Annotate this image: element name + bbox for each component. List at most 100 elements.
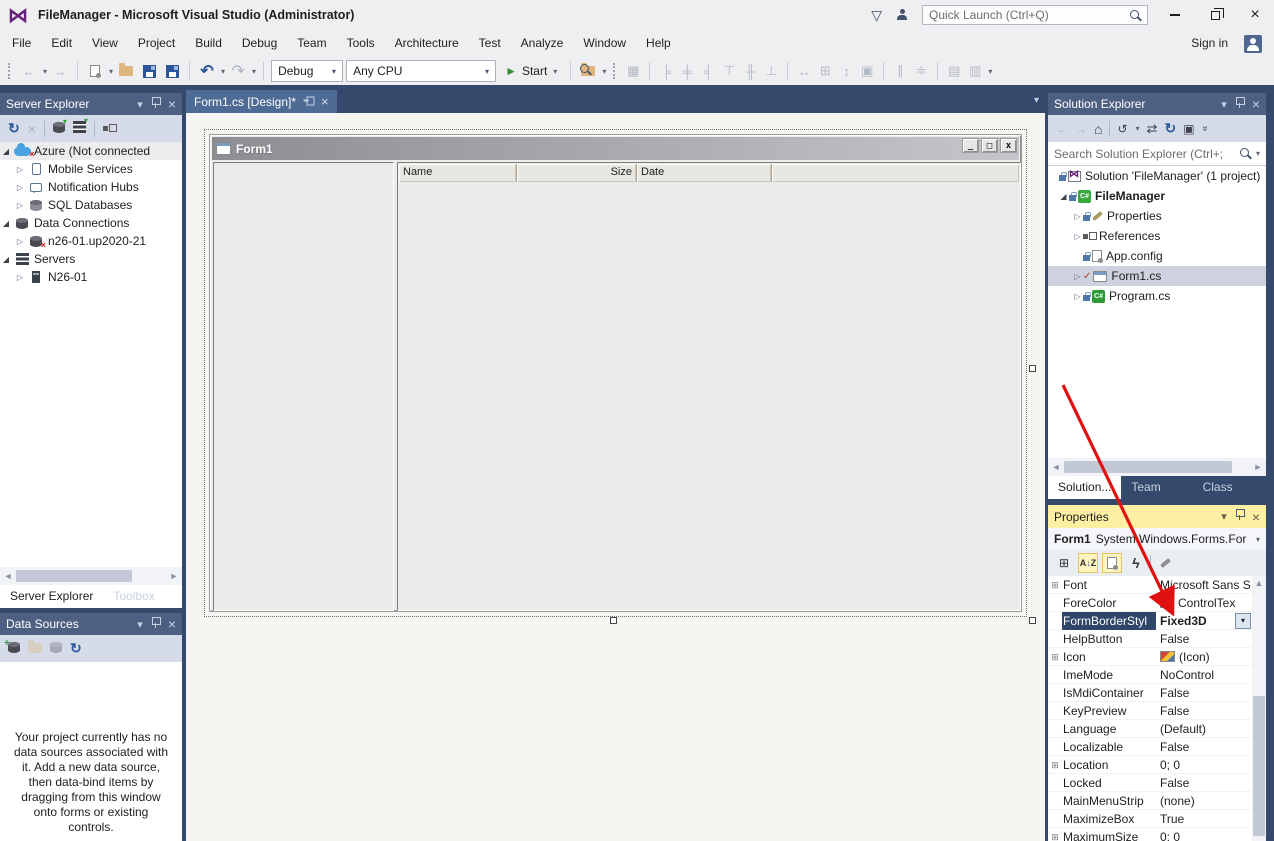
expand-plus-icon[interactable]: ⊞ [1048, 648, 1062, 666]
configure-data-source-icon[interactable] [50, 642, 62, 656]
back-icon[interactable]: ← [1056, 122, 1068, 136]
property-row-mainmenustrip[interactable]: MainMenuStrip (none) [1048, 792, 1266, 810]
close-icon[interactable]: × [168, 96, 176, 112]
undo-icon[interactable]: ↶ [197, 60, 217, 82]
vertical-scrollbar[interactable]: ▲ [1252, 576, 1266, 841]
save-all-icon[interactable] [162, 60, 182, 82]
refresh-icon[interactable]: ↻ [70, 640, 82, 657]
column-date[interactable]: Date [637, 164, 772, 182]
expand-plus-icon[interactable]: ⊞ [1048, 576, 1062, 594]
property-row-locked[interactable]: Locked False [1048, 774, 1266, 792]
close-icon[interactable]: × [1252, 509, 1260, 525]
redo-caret-icon[interactable]: ▾ [252, 67, 256, 76]
collapse-all-icon[interactable]: ▣ [1183, 122, 1194, 136]
server-explorer-titlebar[interactable]: Server Explorer ▾ × [0, 93, 182, 115]
menu-help[interactable]: Help [636, 30, 681, 57]
column-size[interactable]: Size [517, 164, 637, 182]
add-new-data-source-icon[interactable]: + [8, 642, 20, 656]
tree-collapsed-icon[interactable]: ▷ [1072, 232, 1083, 241]
align-lefts-icon[interactable]: ╞ [657, 64, 675, 79]
tree-row-server-n26[interactable]: ▷ N26-01 [0, 268, 182, 286]
form-listview[interactable]: Name Size Date [397, 162, 1021, 611]
expand-plus-icon[interactable]: ⊞ [1048, 756, 1062, 774]
properties-view-icon[interactable] [1102, 553, 1122, 573]
close-icon[interactable]: × [168, 616, 176, 632]
tree-collapsed-icon[interactable]: ▷ [14, 273, 26, 282]
tree-row-form1[interactable]: ▷ ✓ Form1.cs [1048, 266, 1266, 286]
new-project-caret-icon[interactable]: ▾ [109, 67, 113, 76]
property-pages-icon[interactable] [1155, 553, 1175, 573]
data-sources-titlebar[interactable]: Data Sources ▾ × [0, 613, 182, 635]
properties-object-dropdown[interactable]: Form1 System.Windows.Forms.For ▾ [1048, 528, 1266, 550]
size-to-grid-icon[interactable]: ⊞ [816, 63, 834, 79]
user-account-icon[interactable] [1244, 35, 1262, 53]
property-row-maximumsize[interactable]: ⊞ MaximumSize 0; 0 [1048, 828, 1266, 841]
open-file-icon[interactable] [116, 60, 136, 82]
tree-row-data-connections[interactable]: ◢ Data Connections [0, 214, 182, 232]
tree-row-notification-hubs[interactable]: ▷ Notification Hubs [0, 178, 182, 196]
pin-icon[interactable] [151, 97, 160, 112]
stop-refresh-icon[interactable]: × [28, 121, 36, 137]
window-position-icon[interactable]: ▾ [137, 98, 143, 111]
solution-explorer-search-input[interactable]: Search Solution Explorer (Ctrl+; ▾ [1048, 142, 1266, 166]
bring-to-front-icon[interactable]: ▤ [945, 63, 963, 79]
property-row-maximizebox[interactable]: MaximizeBox True [1048, 810, 1266, 828]
tree-row-sql-databases[interactable]: ▷ SQL Databases [0, 196, 182, 214]
tab-form1-design[interactable]: Form1.cs [Design]* × [186, 90, 337, 113]
refresh-icon[interactable]: ↻ [8, 120, 20, 137]
align-centers-icon[interactable]: ╪ [678, 64, 696, 79]
navigate-backward-caret-icon[interactable]: ▾ [43, 67, 47, 76]
menu-project[interactable]: Project [128, 30, 185, 57]
forward-icon[interactable]: → [1075, 122, 1087, 136]
home-icon[interactable]: ⌂ [1094, 121, 1102, 137]
property-row-icon[interactable]: ⊞ Icon (Icon) [1048, 648, 1266, 666]
pin-icon[interactable] [151, 617, 160, 632]
window-position-icon[interactable]: ▾ [1221, 98, 1227, 111]
menu-build[interactable]: Build [185, 30, 232, 57]
menu-view[interactable]: View [82, 30, 128, 57]
categorized-icon[interactable]: ⊞ [1054, 553, 1074, 573]
make-same-height-icon[interactable]: ↕ [837, 64, 855, 79]
quick-launch-input[interactable]: Quick Launch (Ctrl+Q) [922, 5, 1148, 25]
new-project-icon[interactable] [85, 60, 105, 82]
connect-to-server-icon[interactable]: ▾ [73, 121, 86, 136]
align-middles-icon[interactable]: ╫ [741, 64, 759, 79]
pin-icon[interactable] [1235, 509, 1244, 524]
tree-row-properties[interactable]: ▷ Properties [1048, 206, 1266, 226]
align-rights-icon[interactable]: ╡ [699, 64, 717, 79]
property-row-language[interactable]: Language (Default) [1048, 720, 1266, 738]
filter-caret-icon[interactable]: ▾ [1136, 124, 1140, 133]
menu-test[interactable]: Test [469, 30, 511, 57]
tree-collapsed-icon[interactable]: ▷ [1072, 272, 1083, 281]
document-list-chevron-icon[interactable]: ▾ [1034, 95, 1039, 106]
toolbar-overflow-icon[interactable]: » [1199, 126, 1210, 132]
tree-collapsed-icon[interactable]: ▷ [14, 201, 26, 210]
resize-handle-bottom[interactable] [610, 617, 617, 624]
align-tops-icon[interactable]: ⊤ [720, 63, 738, 79]
tree-collapsed-icon[interactable]: ▷ [14, 237, 26, 246]
form-maximize-button[interactable]: □ [981, 138, 998, 153]
pin-icon[interactable] [1235, 97, 1244, 112]
scrollbar-thumb[interactable] [1253, 696, 1265, 836]
restore-button[interactable] [1202, 4, 1228, 26]
toolbar-overflow-icon[interactable]: ▾ [602, 67, 606, 76]
tab-solution-explorer[interactable]: Solution... [1048, 476, 1121, 499]
property-row-forecolor[interactable]: ForeColor ControlTex [1048, 594, 1266, 612]
align-bottoms-icon[interactable]: ⊥ [762, 63, 780, 79]
property-row-ismdicontainer[interactable]: IsMdiContainer False [1048, 684, 1266, 702]
find-in-files-icon[interactable] [578, 60, 598, 82]
toolbar-grip[interactable] [8, 63, 12, 79]
property-row-formborderstyle[interactable]: FormBorderStyl Fixed3D ▾ [1048, 612, 1266, 630]
resize-handle-right[interactable] [1029, 365, 1036, 372]
horizontal-scrollbar[interactable]: ◄ ► [0, 567, 182, 585]
server-explorer-diagram-icon[interactable] [103, 122, 115, 136]
property-row-localizable[interactable]: Localizable False [1048, 738, 1266, 756]
tree-row-mobile-services[interactable]: ▷ Mobile Services [0, 160, 182, 178]
dropdown-button[interactable]: ▾ [1235, 613, 1251, 629]
sync-with-active-document-icon[interactable]: ⇄ [1147, 121, 1158, 137]
tab-server-explorer[interactable]: Server Explorer [0, 585, 103, 608]
layout-overflow-icon[interactable]: ▾ [988, 67, 992, 76]
tree-row-appconfig[interactable]: App.config [1048, 246, 1266, 266]
form-treeview[interactable] [213, 162, 394, 611]
tree-collapsed-icon[interactable]: ▷ [14, 165, 26, 174]
